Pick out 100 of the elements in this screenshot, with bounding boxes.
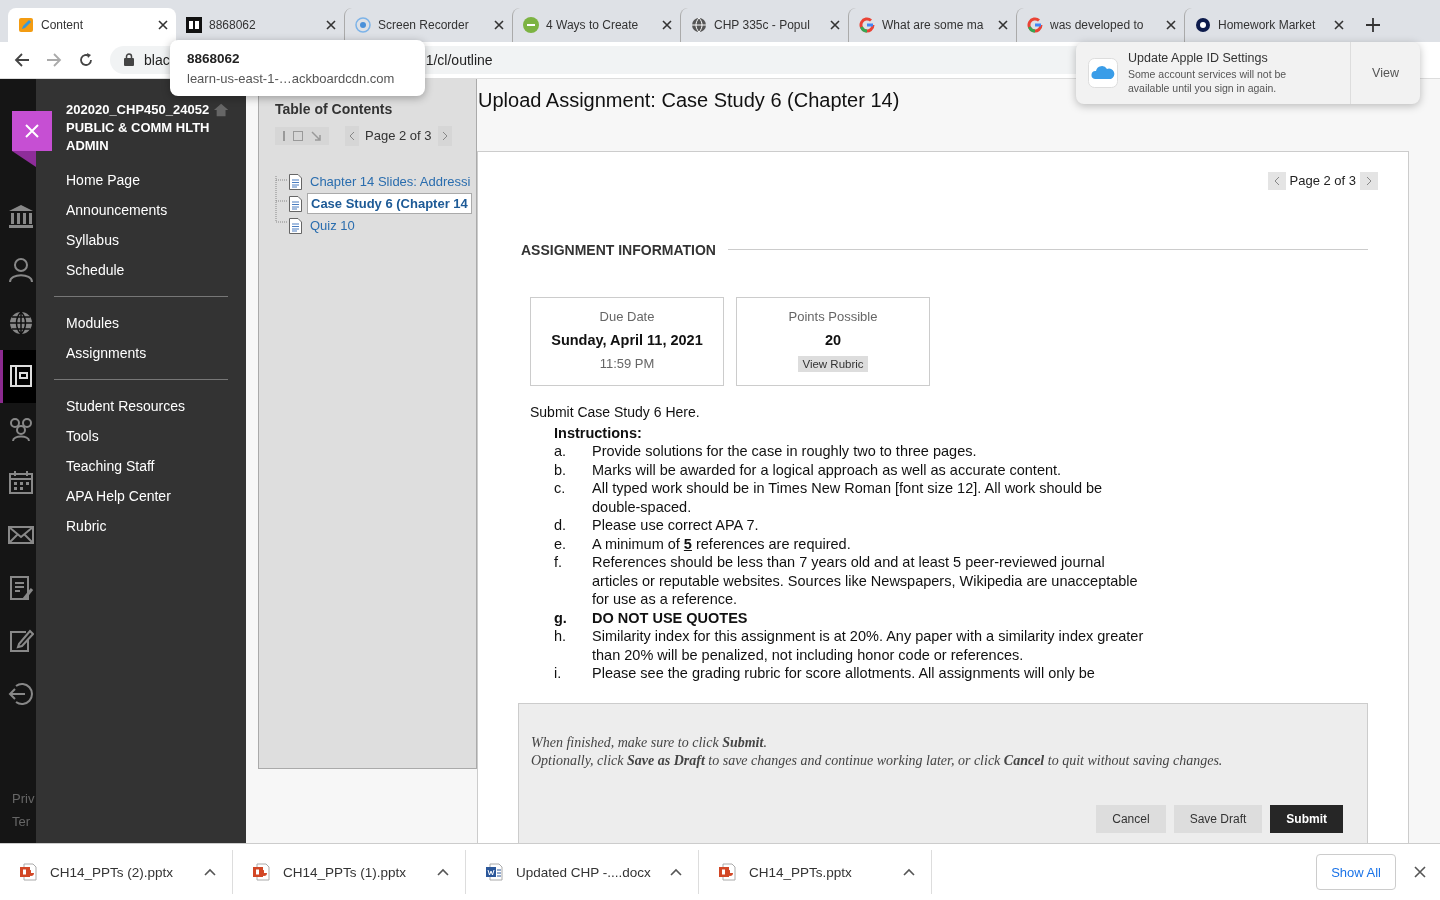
close-icon[interactable] (998, 19, 1008, 30)
caret-icon[interactable] (903, 868, 915, 877)
url-text: blac (144, 51, 170, 68)
view-rubric-button[interactable]: View Rubric (798, 355, 868, 372)
form-button[interactable]: Save Draft (1173, 805, 1263, 834)
due-date: Sunday, April 11, 2021 (551, 331, 703, 348)
toc-link[interactable]: Quiz 10 (307, 216, 358, 236)
browser-tab[interactable]: 4 Ways to Create (512, 7, 680, 42)
section-heading: ASSIGNMENT INFORMATION (521, 241, 716, 258)
powerpoint-file-icon (253, 863, 270, 882)
menu-link[interactable]: Teaching Staff (66, 450, 228, 481)
document-icon (289, 217, 302, 234)
close-icon[interactable] (494, 19, 504, 30)
form-button[interactable]: Submit (1270, 805, 1343, 834)
instruction-text: Provide solutions for the case in roughly two to three pages. (592, 442, 978, 461)
menu-link[interactable]: Announcements (66, 194, 228, 225)
close-icon[interactable] (830, 19, 840, 30)
browser-tab[interactable]: What are some ma (848, 7, 1016, 42)
circle-logo-icon (523, 16, 539, 33)
tab-title: 4 Ways to Create (546, 17, 640, 32)
tree-connector-drawing (275, 175, 289, 224)
menu-link[interactable]: Assignments (66, 337, 228, 368)
menu-link[interactable]: Rubric (66, 510, 228, 541)
cloud-icon (1088, 58, 1118, 88)
list-marker: e. (554, 534, 568, 554)
menu-link[interactable]: Student Resources (66, 390, 228, 421)
file-name: CH14_PPTs (2).pptx (50, 864, 175, 880)
tab-title: Content (41, 17, 85, 32)
caret-icon[interactable] (437, 868, 449, 877)
due-time: 11:59 PM (599, 355, 655, 371)
close-icon[interactable] (1414, 866, 1426, 879)
page-indicator: Page 2 of 3 (1289, 173, 1356, 189)
toc-link[interactable]: Chapter 14 Slides: Addressi (307, 172, 474, 192)
menu-link[interactable]: Syllabus (66, 224, 228, 255)
browser-tab[interactable]: Homework Market (1184, 7, 1352, 42)
sign-out-icon[interactable] (8, 681, 34, 708)
tooltip-url: learn-us-east-1-…ackboardcdn.com (187, 71, 396, 86)
form-button[interactable]: Cancel (1096, 805, 1166, 834)
lock-icon (124, 53, 134, 67)
toc-link[interactable]: Case Study 6 (Chapter 14 (307, 193, 472, 215)
courses-icon[interactable] (8, 363, 34, 390)
close-icon[interactable] (1166, 19, 1176, 30)
download-item[interactable]: CH14_PPTs (1).pptx (233, 850, 466, 895)
menu-link[interactable]: Home Page (66, 164, 228, 195)
back-icon[interactable] (14, 51, 30, 68)
list-marker: i. (554, 664, 563, 683)
previous-icon[interactable] (1267, 171, 1286, 190)
powerpoint-file-icon (719, 863, 736, 882)
menu-link[interactable]: Tools (66, 420, 228, 451)
pencil-icon (18, 16, 34, 33)
ring-logo-icon (1195, 16, 1211, 33)
view-button[interactable]: View (1350, 42, 1420, 104)
menu-link[interactable]: APA Help Center (66, 480, 228, 511)
tab-title: Screen Recorder (378, 17, 470, 32)
points-value: 20 (824, 331, 842, 348)
close-icon[interactable] (158, 19, 168, 30)
institution-icon[interactable] (8, 204, 34, 231)
list-marker: d. (554, 516, 568, 535)
download-item[interactable]: Updated CHP -....docx (466, 850, 699, 895)
next-icon[interactable] (437, 125, 452, 146)
close-icon[interactable] (1334, 19, 1344, 30)
show-all-button[interactable]: Show All (1316, 854, 1396, 891)
word-file-icon (486, 863, 503, 882)
instruction-text: All typed work should be in Times New Roman [font size 12]. All work should be double-spaced. (592, 479, 1104, 517)
close-icon[interactable] (326, 19, 336, 30)
menu-link[interactable]: Modules (66, 307, 228, 338)
close-icon (24, 122, 40, 139)
edit-icon[interactable] (8, 628, 34, 655)
people-icon[interactable] (8, 416, 34, 443)
bb-logo-icon (186, 16, 202, 33)
browser-tab[interactable]: 8868062 (176, 7, 344, 42)
calendar-icon[interactable] (8, 469, 34, 496)
globe-icon[interactable] (8, 310, 34, 337)
new-tab-icon[interactable] (1366, 17, 1380, 32)
course-title[interactable]: 202020_CHP450_24052 PUBLIC & COMM HLTH ADMIN (66, 100, 210, 155)
powerpoint-file-icon (20, 863, 37, 882)
google-icon (1027, 16, 1043, 33)
reload-icon[interactable] (78, 51, 94, 68)
document-icon (289, 195, 302, 212)
browser-tab[interactable]: CHP 335c - Popul (680, 7, 848, 42)
caret-icon[interactable] (670, 868, 682, 877)
browser-tab[interactable]: was developed to (1016, 7, 1184, 42)
page-indicator: Page 2 of 3 (365, 128, 432, 144)
document-icon[interactable] (8, 575, 34, 602)
next-icon[interactable] (1360, 171, 1378, 190)
browser-tab[interactable]: Content (8, 7, 176, 42)
caret-icon[interactable] (204, 868, 216, 877)
close-icon[interactable] (662, 19, 672, 30)
record-icon (355, 16, 371, 33)
tooltip-title: 8868062 (187, 51, 241, 66)
previous-icon[interactable] (345, 125, 359, 146)
download-item[interactable]: CH14_PPTs (2).pptx (0, 850, 233, 895)
help-text: When finished, make sure to click Submit. (531, 734, 768, 753)
close-menu-button[interactable] (12, 110, 52, 151)
person-icon[interactable] (8, 257, 34, 284)
menu-link[interactable]: Schedule (66, 254, 228, 285)
google-icon (859, 16, 875, 33)
download-item[interactable]: CH14_PPTs.pptx (699, 850, 932, 895)
file-name: CH14_PPTs (1).pptx (283, 864, 408, 880)
panel-heading: Table of Contents (275, 100, 394, 118)
